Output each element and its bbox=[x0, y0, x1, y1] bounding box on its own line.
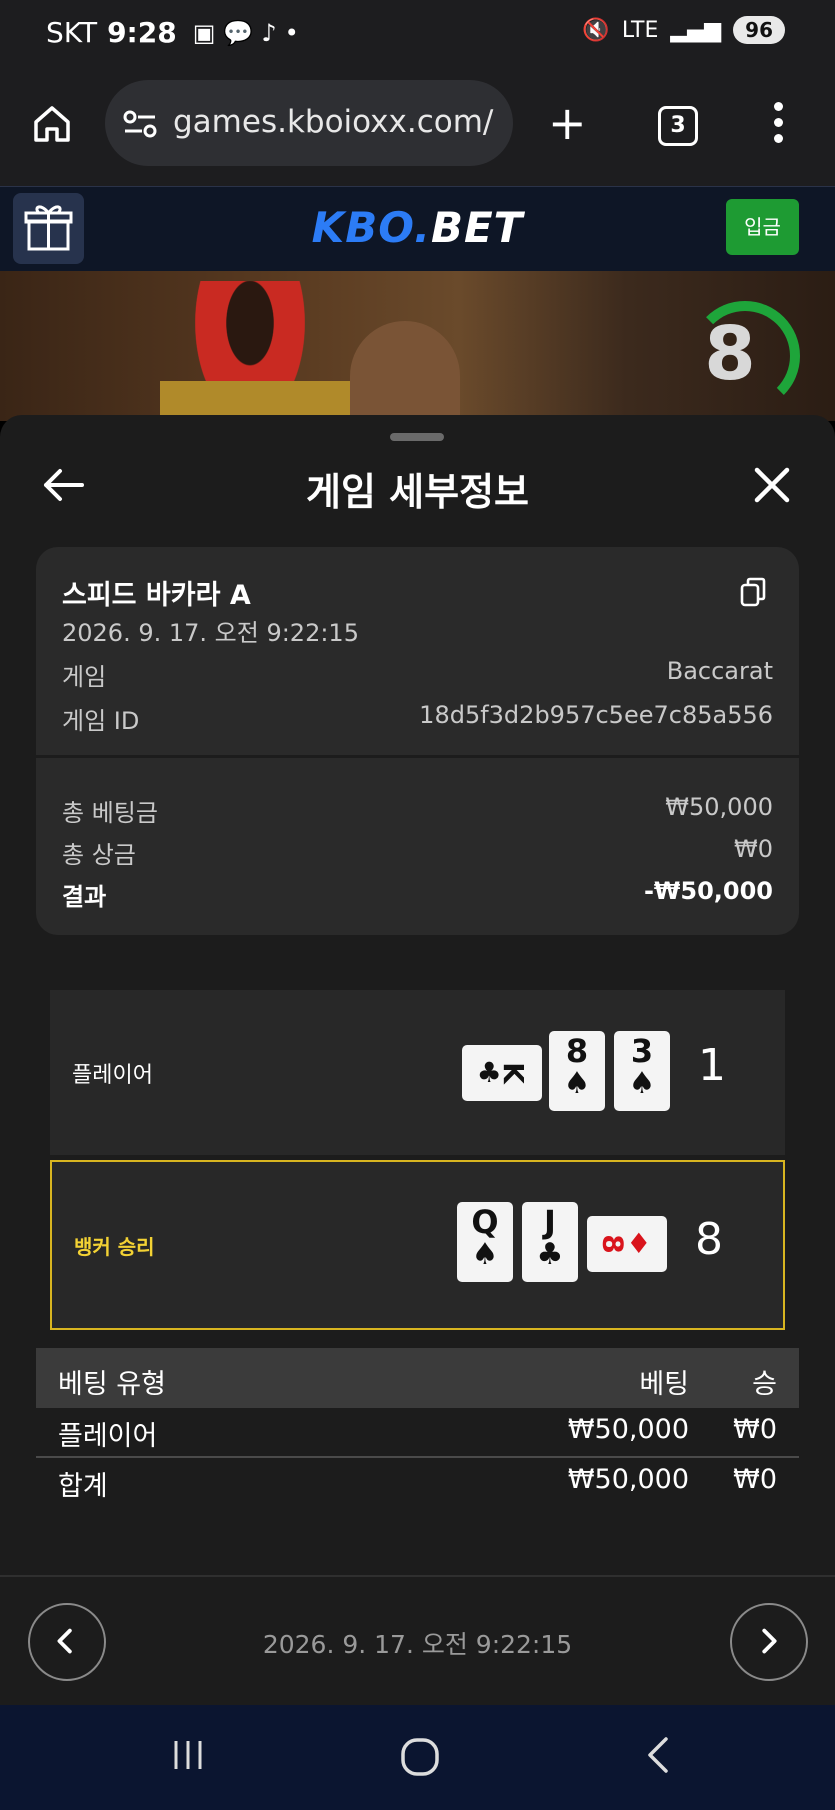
table-total-row: 합계 ₩50,000 ₩0 bbox=[36, 1458, 799, 1506]
sheet-title: 게임 세부정보 bbox=[306, 470, 529, 514]
card-suit: ♠ bbox=[628, 1066, 656, 1101]
detail-row-game-id: 게임 ID 18d5f3d2b957c5ee7c85a556 bbox=[62, 701, 773, 736]
clock: 9:28 bbox=[107, 16, 177, 49]
card-suit: ♠ bbox=[471, 1237, 499, 1272]
card-suit: ♣ bbox=[536, 1237, 564, 1272]
sheet-drag-handle[interactable] bbox=[390, 433, 444, 441]
close-icon[interactable] bbox=[752, 465, 792, 505]
screenshot-icon: ▣ bbox=[192, 18, 216, 47]
address-bar[interactable]: games.kboioxx.com/ bbox=[105, 80, 513, 166]
back-nav-icon[interactable] bbox=[640, 1735, 680, 1775]
summary-row-result: 결과 -₩50,000 bbox=[62, 877, 773, 912]
site-header: KBO.BET 입금 bbox=[0, 186, 835, 271]
header-win: 승 bbox=[752, 1369, 777, 1400]
deposit-button[interactable]: 입금 bbox=[726, 199, 799, 255]
player-card-2: 8 ♠ bbox=[549, 1031, 605, 1111]
summary-value: ₩50,000 bbox=[665, 793, 773, 821]
header-bet-amount: 베팅 bbox=[639, 1369, 689, 1400]
game-details-sheet: 게임 세부정보 스피드 바카라 A 2026. 9. 17. 오전 9:22:1… bbox=[0, 415, 835, 1705]
win-amount-cell: ₩0 bbox=[733, 1414, 777, 1445]
more-menu-icon[interactable] bbox=[770, 102, 786, 146]
site-settings-icon[interactable] bbox=[123, 110, 157, 138]
card-suit: ♠ bbox=[563, 1066, 591, 1101]
bet-table-body: 플레이어 ₩50,000 ₩0 합계 ₩50,000 ₩0 bbox=[36, 1408, 799, 1506]
summary-label: 총 베팅금 bbox=[62, 799, 158, 827]
next-round-button[interactable] bbox=[730, 1603, 808, 1681]
summary-value: ₩0 bbox=[734, 835, 773, 863]
banker-score: 8 bbox=[695, 1214, 723, 1265]
detail-value: Baccarat bbox=[666, 657, 773, 685]
summary-label: 총 상금 bbox=[62, 841, 136, 869]
round-datetime: 2026. 9. 17. 오전 9:22:15 bbox=[262, 1630, 573, 1659]
detail-row-game: 게임 Baccarat bbox=[62, 657, 773, 692]
bet-type-cell: 플레이어 bbox=[58, 1421, 158, 1452]
dealer-figure-2 bbox=[350, 321, 460, 421]
summary-row-total-prize: 총 상금 ₩0 bbox=[62, 835, 773, 870]
card-rank: 8 bbox=[596, 1234, 630, 1254]
player-label: 플레이어 bbox=[72, 1062, 153, 1088]
new-tab-icon[interactable]: + bbox=[548, 100, 587, 146]
mute-icon: 🔇 bbox=[582, 17, 610, 43]
countdown-value: 8 bbox=[704, 311, 756, 397]
footer-divider bbox=[0, 1575, 835, 1577]
summary-value: -₩50,000 bbox=[643, 877, 773, 905]
player-score: 1 bbox=[698, 1040, 726, 1091]
banker-card-3: 8♦ bbox=[587, 1216, 667, 1272]
player-card-1: ♣K bbox=[462, 1045, 542, 1101]
detail-value: 18d5f3d2b957c5ee7c85a556 bbox=[419, 701, 773, 729]
bet-table-header: 베팅 유형 베팅 승 bbox=[36, 1348, 799, 1408]
card-rank: 8 bbox=[565, 1032, 589, 1070]
summary-label: 결과 bbox=[62, 883, 107, 911]
site-logo[interactable]: KBO.BET bbox=[0, 203, 835, 252]
game-name: 스피드 바카라 A bbox=[62, 580, 251, 611]
tiktok-icon: ♪ bbox=[261, 18, 277, 47]
total-win-cell: ₩0 bbox=[733, 1464, 777, 1495]
header-bet-type: 베팅 유형 bbox=[58, 1369, 166, 1400]
logo-part-kbo: KBO. bbox=[311, 203, 431, 252]
notification-icons: ▣ 💬 ♪ • bbox=[193, 19, 299, 47]
network-type: LTE bbox=[621, 17, 659, 43]
dot-icon: • bbox=[284, 18, 299, 47]
status-right: 🔇 LTE ▂▄▆ 96 bbox=[582, 16, 785, 44]
banker-result-row: 뱅커 승리 Q ♠ J ♣ 8♦ 8 bbox=[50, 1160, 785, 1330]
card-rank: K bbox=[496, 1062, 530, 1084]
total-bet-cell: ₩50,000 bbox=[567, 1464, 689, 1495]
copy-icon[interactable] bbox=[740, 577, 766, 607]
home-icon[interactable] bbox=[30, 102, 74, 146]
card-rank: 3 bbox=[630, 1032, 654, 1070]
status-left: SKT 9:28 ▣ 💬 ♪ • bbox=[46, 16, 299, 49]
message-icon: 💬 bbox=[223, 18, 254, 47]
card-divider bbox=[36, 755, 799, 758]
recent-apps-icon[interactable] bbox=[168, 1735, 208, 1775]
home-nav-icon[interactable] bbox=[398, 1735, 442, 1779]
carrier-label: SKT bbox=[46, 16, 98, 49]
tab-switcher-button[interactable]: 3 bbox=[658, 106, 698, 146]
chevron-right-icon bbox=[762, 1628, 777, 1654]
live-video: 8 bbox=[0, 271, 835, 421]
game-info-card: 스피드 바카라 A 2026. 9. 17. 오전 9:22:15 게임 Bac… bbox=[36, 547, 799, 935]
detail-label: 게임 bbox=[62, 663, 107, 691]
system-navigation-bar bbox=[0, 1705, 835, 1810]
player-result-row: 플레이어 ♣K 8 ♠ 3 ♠ 1 bbox=[50, 990, 785, 1155]
url-text[interactable]: games.kboioxx.com/ bbox=[173, 104, 493, 140]
game-datetime: 2026. 9. 17. 오전 9:22:15 bbox=[62, 619, 359, 647]
browser-toolbar: games.kboioxx.com/ + 3 bbox=[0, 70, 835, 186]
card-rank: Q bbox=[471, 1203, 499, 1241]
banker-card-2: J ♣ bbox=[522, 1202, 578, 1282]
status-bar: SKT 9:28 ▣ 💬 ♪ • 🔇 LTE ▂▄▆ 96 bbox=[0, 0, 835, 70]
battery-indicator: 96 bbox=[733, 16, 785, 44]
logo-part-bet: BET bbox=[430, 203, 524, 252]
table-row: 플레이어 ₩50,000 ₩0 bbox=[36, 1408, 799, 1456]
banker-card-1: Q ♠ bbox=[457, 1202, 513, 1282]
detail-label: 게임 ID bbox=[62, 707, 140, 735]
player-card-3: 3 ♠ bbox=[614, 1031, 670, 1111]
summary-row-total-bet: 총 베팅금 ₩50,000 bbox=[62, 793, 773, 828]
card-rank: J bbox=[544, 1203, 556, 1241]
bet-amount-cell: ₩50,000 bbox=[567, 1414, 689, 1445]
banker-win-label: 뱅커 승리 bbox=[74, 1234, 155, 1259]
signal-icon: ▂▄▆ bbox=[670, 17, 722, 43]
total-label-cell: 합계 bbox=[58, 1471, 108, 1502]
